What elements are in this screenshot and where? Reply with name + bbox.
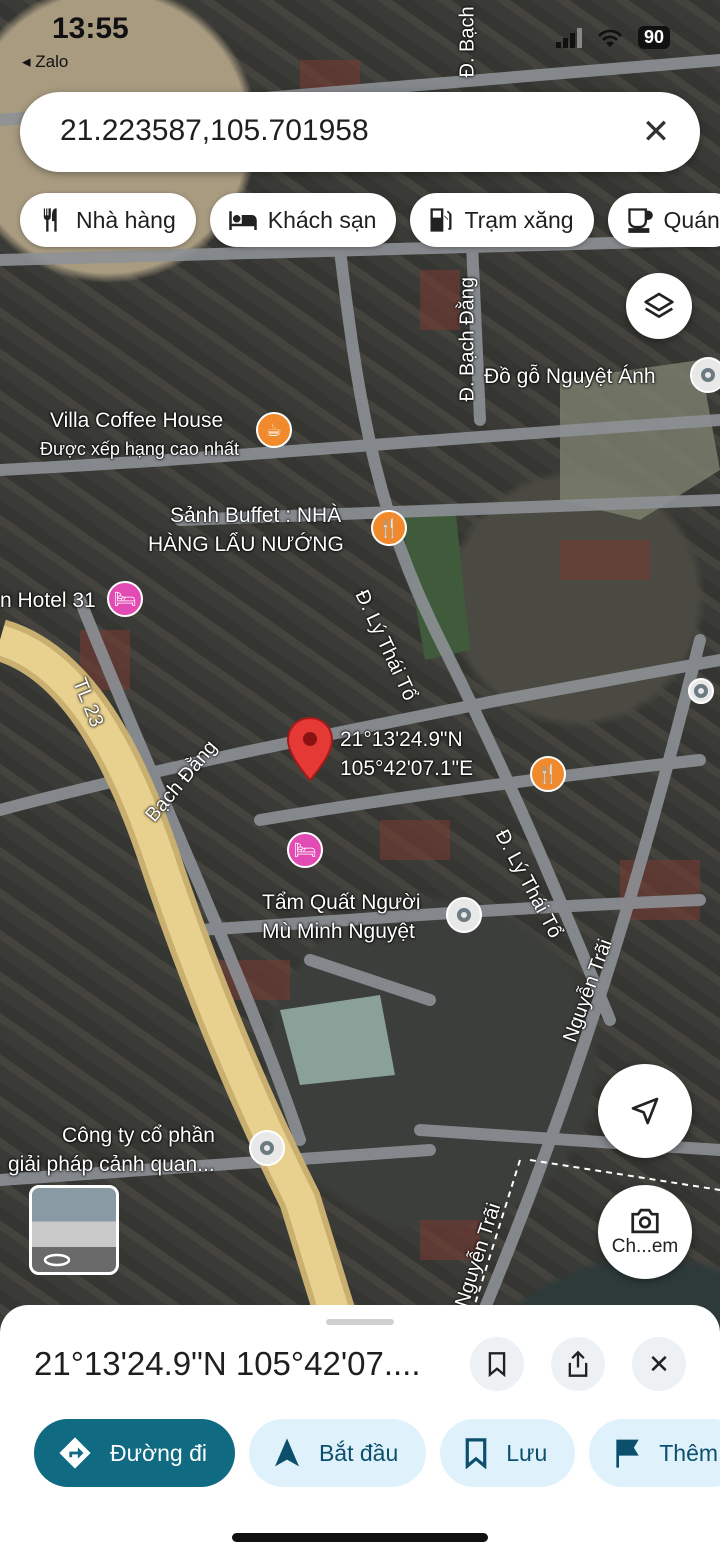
place-poi-icon[interactable] xyxy=(690,357,720,393)
chip-cafes[interactable]: Quán xyxy=(607,193,720,247)
rotate-360-icon xyxy=(43,1253,71,1267)
save-button[interactable] xyxy=(470,1337,524,1391)
hotel-icon xyxy=(229,211,257,230)
place-sub-tam-quat: Mù Minh Nguyệt xyxy=(262,920,415,943)
place-sub-sanh-buffet: HÀNG LẨU NƯỚNG xyxy=(148,533,344,556)
restaurant-poi-icon[interactable]: 🍴 xyxy=(530,756,566,792)
chip-gas-stations[interactable]: Trạm xăng xyxy=(410,193,594,247)
chip-label: Nhà hàng xyxy=(76,206,176,233)
street-view-thumbnail[interactable] xyxy=(29,1185,119,1275)
road-label-bach-dang: Đ. Bạch Đằng xyxy=(456,276,479,402)
add-label-button[interactable]: Thêm xyxy=(589,1419,720,1487)
search-bar[interactable]: 21.223587,105.701958 ✕ xyxy=(20,92,700,172)
place-label-cong-ty[interactable]: Công ty cổ phần xyxy=(62,1123,215,1148)
hotel-poi-icon[interactable]: 🛏 xyxy=(287,832,323,868)
place-label-do-go[interactable]: Đồ gỗ Nguyệt Ánh xyxy=(484,364,656,389)
pin-coord-lng: 105°42'07.1"E xyxy=(340,757,474,780)
chip-hotels[interactable]: Khách sạn xyxy=(209,193,397,247)
place-sub-villa-coffee: Được xếp hạng cao nhất xyxy=(40,439,239,459)
place-bottom-sheet[interactable]: 21°13'24.9"N 105°42'07.... ✕ Đường đi Bắ… xyxy=(0,1305,720,1557)
signal-icon xyxy=(555,27,582,48)
category-chips: Nhà hàng Khách sạn Trạm xăng Quán xyxy=(20,193,720,247)
layers-icon xyxy=(644,292,674,318)
lens-button[interactable]: Ch...em xyxy=(598,1185,692,1279)
add-label-label: Thêm xyxy=(659,1439,719,1466)
place-label-hotel-31[interactable]: n Hotel 31 xyxy=(0,588,96,613)
close-icon: ✕ xyxy=(648,1348,670,1379)
start-label: Bắt đầu xyxy=(318,1439,399,1466)
directions-icon xyxy=(59,1437,91,1469)
navigation-icon xyxy=(274,1438,299,1467)
my-location-button[interactable] xyxy=(598,1064,692,1158)
sheet-drag-handle[interactable] xyxy=(326,1319,394,1325)
share-icon xyxy=(568,1350,588,1377)
gas-station-icon xyxy=(430,208,452,232)
cafe-poi-icon[interactable]: ☕ xyxy=(256,412,292,448)
action-buttons: Đường đi Bắt đầu Lưu Thêm xyxy=(34,1419,720,1487)
place-sub-cong-ty: giải pháp cảnh quan... xyxy=(8,1153,215,1176)
navigation-arrow-icon xyxy=(631,1097,659,1125)
place-label-villa-coffee[interactable]: Villa Coffee House xyxy=(50,408,223,433)
place-poi-icon[interactable] xyxy=(446,897,482,933)
battery-indicator: 90 xyxy=(637,26,670,49)
bookmark-icon xyxy=(488,1352,506,1377)
place-label-tam-quat[interactable]: Tẩm Quất Người xyxy=(262,890,421,915)
lens-label: Ch...em xyxy=(611,1236,679,1257)
share-button[interactable] xyxy=(551,1337,605,1391)
layers-button[interactable] xyxy=(626,273,692,339)
status-time: 13:55 xyxy=(52,12,129,45)
cafe-icon xyxy=(627,208,653,233)
restaurant-icon xyxy=(43,208,57,232)
directions-label: Đường đi xyxy=(110,1439,207,1466)
chip-label: Quán xyxy=(663,206,720,233)
save-label: Lưu xyxy=(506,1439,548,1466)
status-bar: 13:55 ◂ Zalo 90 xyxy=(0,0,720,72)
place-title: 21°13'24.9"N 105°42'07.... xyxy=(34,1345,421,1382)
place-label-sanh-buffet[interactable]: Sảnh Buffet : NHÀ xyxy=(170,503,341,528)
place-poi-icon[interactable] xyxy=(249,1130,285,1166)
close-icon[interactable]: ✕ xyxy=(634,110,678,154)
save-action-button[interactable]: Lưu xyxy=(440,1419,576,1487)
wifi-icon xyxy=(597,29,622,47)
chip-label: Trạm xăng xyxy=(464,206,574,233)
chip-restaurants[interactable]: Nhà hàng xyxy=(20,193,196,247)
restaurant-poi-icon[interactable]: 🍴 xyxy=(371,510,407,546)
camera-search-icon xyxy=(631,1208,659,1234)
start-button[interactable]: Bắt đầu xyxy=(248,1419,427,1487)
pin-coord-lat: 21°13'24.9"N xyxy=(340,728,463,751)
bus-stop-icon[interactable] xyxy=(688,678,714,704)
flag-icon xyxy=(616,1439,639,1468)
back-to-app-link[interactable]: ◂ Zalo xyxy=(22,52,68,72)
home-indicator[interactable] xyxy=(232,1533,488,1542)
chip-label: Khách sạn xyxy=(267,206,377,233)
search-input[interactable]: 21.223587,105.701958 xyxy=(60,114,369,148)
close-sheet-button[interactable]: ✕ xyxy=(632,1337,686,1391)
bookmark-icon xyxy=(465,1438,487,1469)
hotel-poi-icon[interactable]: 🛏 xyxy=(107,581,143,617)
dropped-pin-icon[interactable] xyxy=(286,716,334,782)
directions-button[interactable]: Đường đi xyxy=(34,1419,235,1487)
